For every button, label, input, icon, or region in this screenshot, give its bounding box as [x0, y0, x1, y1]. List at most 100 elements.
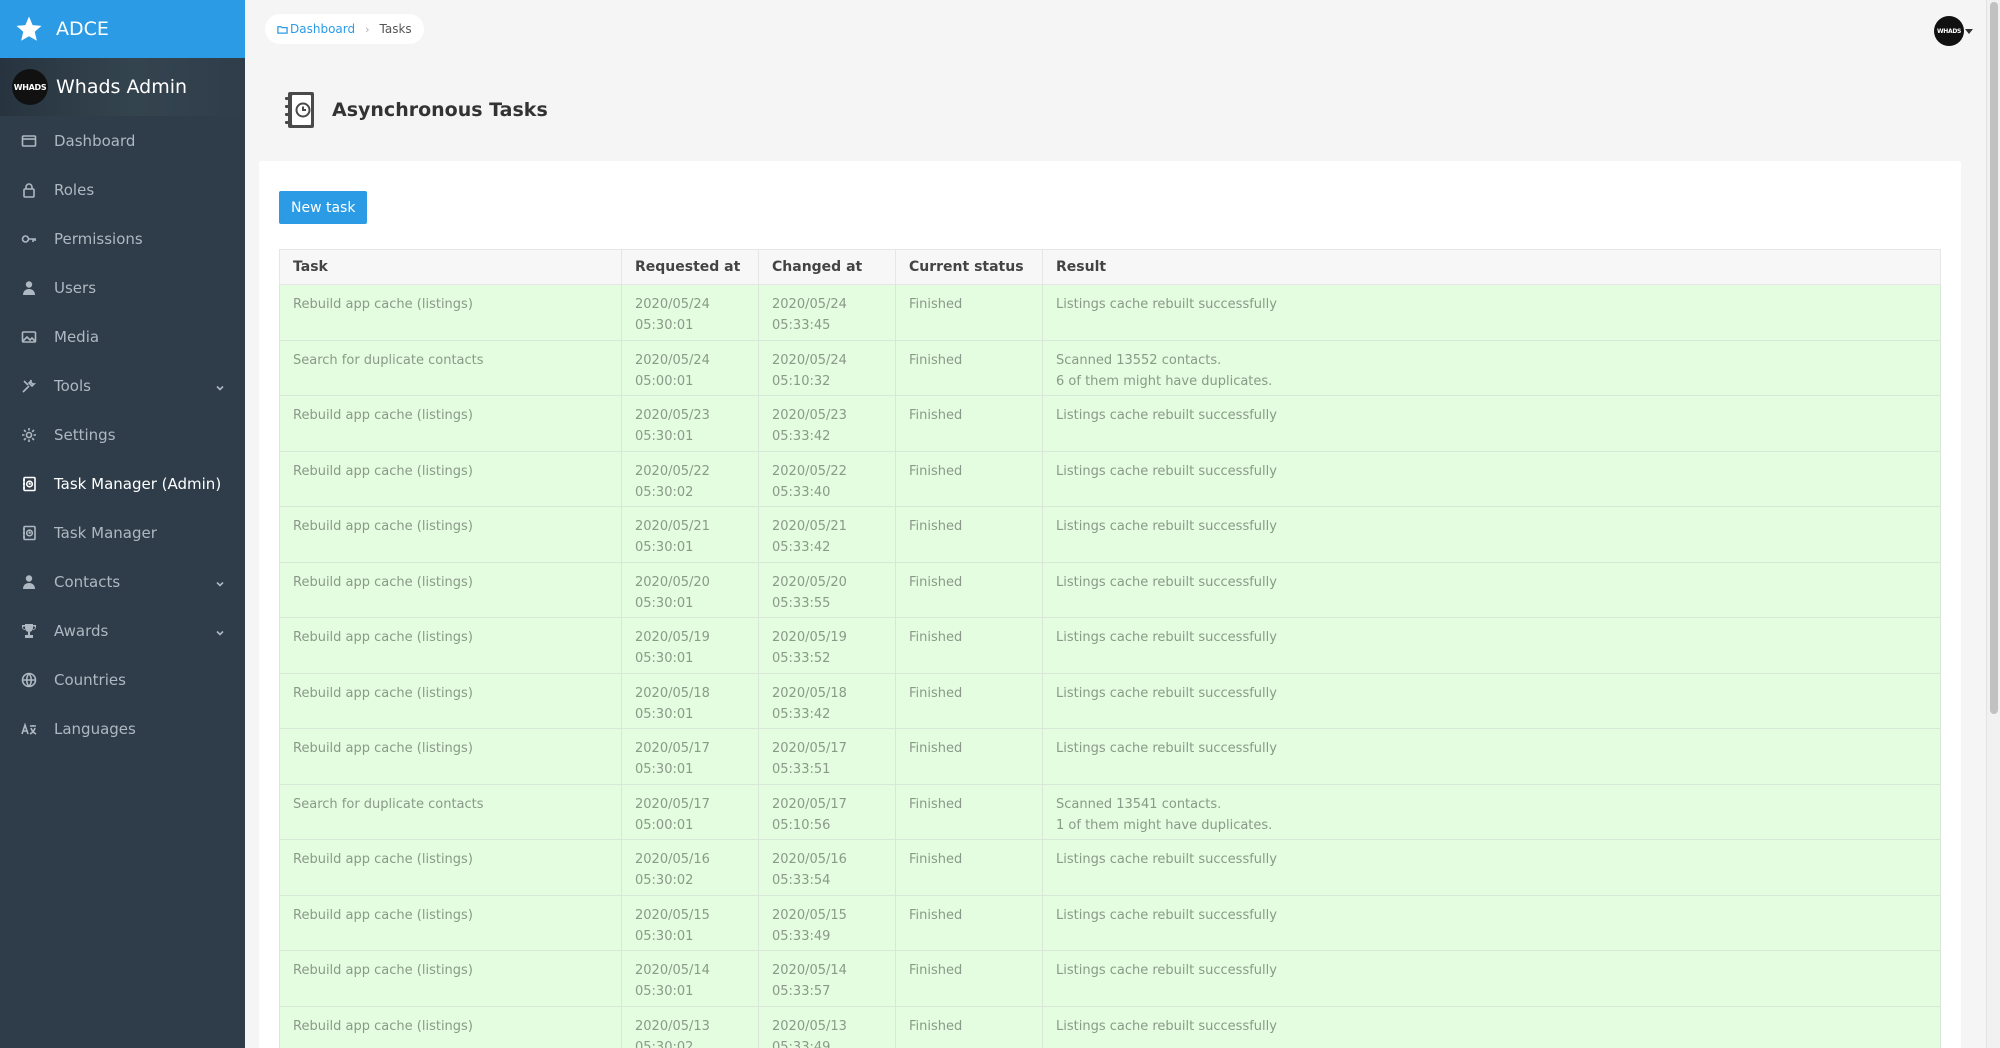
chevron-down-icon [215, 624, 225, 636]
cell-line: 05:30:01 [635, 984, 694, 999]
folder-icon [277, 25, 288, 34]
table-row[interactable]: Rebuild app cache (listings) 2020/05/20 05… [279, 561, 1941, 618]
cell-line: 2020/05/14 [635, 963, 710, 978]
profile-name: Whads Admin [56, 76, 188, 98]
cell-requested-at: 2020/05/14 05:30:01 [621, 950, 759, 1007]
table-row[interactable]: Rebuild app cache (listings) 2020/05/19 05… [279, 617, 1941, 674]
tools-icon [20, 377, 38, 395]
cell-line: 05:33:54 [772, 873, 831, 888]
header-current-status[interactable]: Current status [895, 249, 1043, 285]
user-menu[interactable]: WHADS [1934, 16, 1973, 46]
cell-line: 2020/05/15 [635, 907, 710, 923]
sidebar-item-task-manager-admin[interactable]: Task Manager (Admin) [0, 459, 245, 508]
breadcrumb-home-label: Dashboard [290, 22, 356, 36]
page-scrollbar[interactable] [1986, 0, 2000, 1048]
cell-line: 2020/05/13 [772, 1018, 847, 1034]
cell-line: 2020/05/24 [635, 352, 710, 368]
header-changed-at[interactable]: Changed at [758, 249, 896, 285]
cell-requested-at: 2020/05/19 05:30:01 [621, 617, 759, 674]
table-row[interactable]: Rebuild app cache (listings) 2020/05/15 05… [279, 894, 1941, 951]
table-header-row: Task Requested at Changed at Current sta… [279, 249, 1941, 285]
cell-line: 2020/05/13 [635, 1018, 710, 1034]
cell-requested-at: 2020/05/24 05:30:01 [621, 284, 759, 341]
cell-changed-at: 2020/05/17 05:10:56 [758, 783, 896, 840]
sidebar-item-awards[interactable]: Awards [0, 606, 245, 655]
cell-changed-at: 2020/05/15 05:33:49 [758, 894, 896, 951]
table-row[interactable]: Rebuild app cache (listings) 2020/05/14 05… [279, 950, 1941, 1007]
cell-line: 2020/05/16 [635, 852, 710, 867]
cell-changed-at: 2020/05/13 05:33:49 [758, 1005, 896, 1048]
cell-task: Search for duplicate contacts [279, 783, 622, 840]
cell-line: Listings cache rebuilt successfully [1056, 297, 1277, 312]
table-row[interactable]: Rebuild app cache (listings) 2020/05/23 05… [279, 395, 1941, 452]
table-row[interactable]: Rebuild app cache (listings) 2020/05/17 05… [279, 728, 1941, 785]
cell-line: 6 of them might have duplicates. [1056, 373, 1273, 389]
cell-line: 2020/05/23 [635, 408, 710, 423]
cell-line: Listings cache rebuilt successfully [1056, 630, 1277, 645]
cell-line: 05:33:42 [772, 706, 831, 722]
sidebar-item-contacts[interactable]: Contacts [0, 557, 245, 606]
sidebar-item-users[interactable]: Users [0, 263, 245, 312]
cell-task: Rebuild app cache (listings) [279, 617, 622, 674]
cell-requested-at: 2020/05/24 05:00:01 [621, 339, 759, 396]
cell-line: 2020/05/22 [635, 463, 710, 479]
cell-line: 2020/05/19 [772, 630, 847, 645]
table-row[interactable]: Rebuild app cache (listings) 2020/05/18 05… [279, 672, 1941, 729]
sidebar-item-tools[interactable]: Tools [0, 361, 245, 410]
sidebar-item-permissions[interactable]: Permissions [0, 214, 245, 263]
sidebar-item-dashboard[interactable]: Dashboard [0, 116, 245, 165]
sidebar-item-countries[interactable]: Countries [0, 655, 245, 704]
sidebar-item-roles[interactable]: Roles [0, 165, 245, 214]
cell-line: 05:33:49 [772, 928, 831, 944]
cell-result: Listings cache rebuilt successfully [1042, 561, 1941, 618]
cell-requested-at: 2020/05/18 05:30:01 [621, 672, 759, 729]
table-row[interactable]: Rebuild app cache (listings) 2020/05/21 05… [279, 506, 1941, 563]
table-row[interactable]: Rebuild app cache (listings) 2020/05/13 05… [279, 1005, 1941, 1048]
sidebar-item-label: Settings [54, 425, 116, 444]
cell-status: Finished [895, 950, 1043, 1007]
cell-requested-at: 2020/05/20 05:30:01 [621, 561, 759, 618]
cell-line: Listings cache rebuilt successfully [1056, 963, 1277, 978]
table-row[interactable]: Rebuild app cache (listings) 2020/05/16 05… [279, 839, 1941, 896]
new-task-button[interactable]: New task [279, 191, 368, 224]
cell-result: Scanned 13552 contacts. 6 of them might h… [1042, 339, 1941, 396]
sidebar-item-languages[interactable]: Languages [0, 704, 245, 753]
sidebar-nav: Dashboard Roles Permissions Users Media Tools… [0, 116, 245, 753]
table-row[interactable]: Rebuild app cache (listings) 2020/05/24 05… [279, 284, 1941, 341]
cell-task: Rebuild app cache (listings) [279, 728, 622, 785]
cell-line: 2020/05/15 [772, 907, 847, 923]
sidebar-item-task-manager[interactable]: Task Manager [0, 508, 245, 557]
image-icon [20, 328, 38, 346]
cell-changed-at: 2020/05/14 05:33:57 [758, 950, 896, 1007]
cell-result: Listings cache rebuilt successfully [1042, 284, 1941, 341]
sidebar-item-label: Countries [54, 670, 126, 689]
table-row[interactable]: Rebuild app cache (listings) 2020/05/22 05… [279, 450, 1941, 507]
cell-result: Listings cache rebuilt successfully [1042, 950, 1941, 1007]
cell-line: 05:33:51 [772, 762, 831, 777]
sidebar-item-label: Tools [54, 376, 91, 395]
cell-result: Listings cache rebuilt successfully [1042, 450, 1941, 507]
cell-requested-at: 2020/05/22 05:30:02 [621, 450, 759, 507]
user-avatar: WHADS [1934, 16, 1964, 46]
scrollbar-thumb[interactable] [1990, 2, 1998, 714]
cell-task: Rebuild app cache (listings) [279, 839, 622, 896]
table-row[interactable]: Search for duplicate contacts 2020/05/17 0… [279, 783, 1941, 840]
header-task[interactable]: Task [279, 249, 622, 285]
cell-line: 2020/05/20 [635, 574, 710, 590]
cell-line: Listings cache rebuilt successfully [1056, 463, 1277, 479]
sidebar-item-settings[interactable]: Settings [0, 410, 245, 459]
cell-status: Finished [895, 617, 1043, 674]
header-requested-at[interactable]: Requested at [621, 249, 759, 285]
cell-result: Listings cache rebuilt successfully [1042, 672, 1941, 729]
lock-icon [20, 181, 38, 199]
breadcrumb-home-link[interactable]: Dashboard [277, 22, 355, 36]
star-icon [16, 16, 42, 41]
profile[interactable]: WHADS Whads Admin [0, 58, 245, 116]
header-result[interactable]: Result [1042, 249, 1941, 285]
cell-line: Listings cache rebuilt successfully [1056, 741, 1277, 756]
cell-line: 2020/05/19 [635, 630, 710, 645]
brand-bar[interactable]: ADCE [0, 0, 245, 58]
cell-result: Listings cache rebuilt successfully [1042, 839, 1941, 896]
sidebar-item-media[interactable]: Media [0, 312, 245, 361]
table-row[interactable]: Search for duplicate contacts 2020/05/24 0… [279, 339, 1941, 396]
